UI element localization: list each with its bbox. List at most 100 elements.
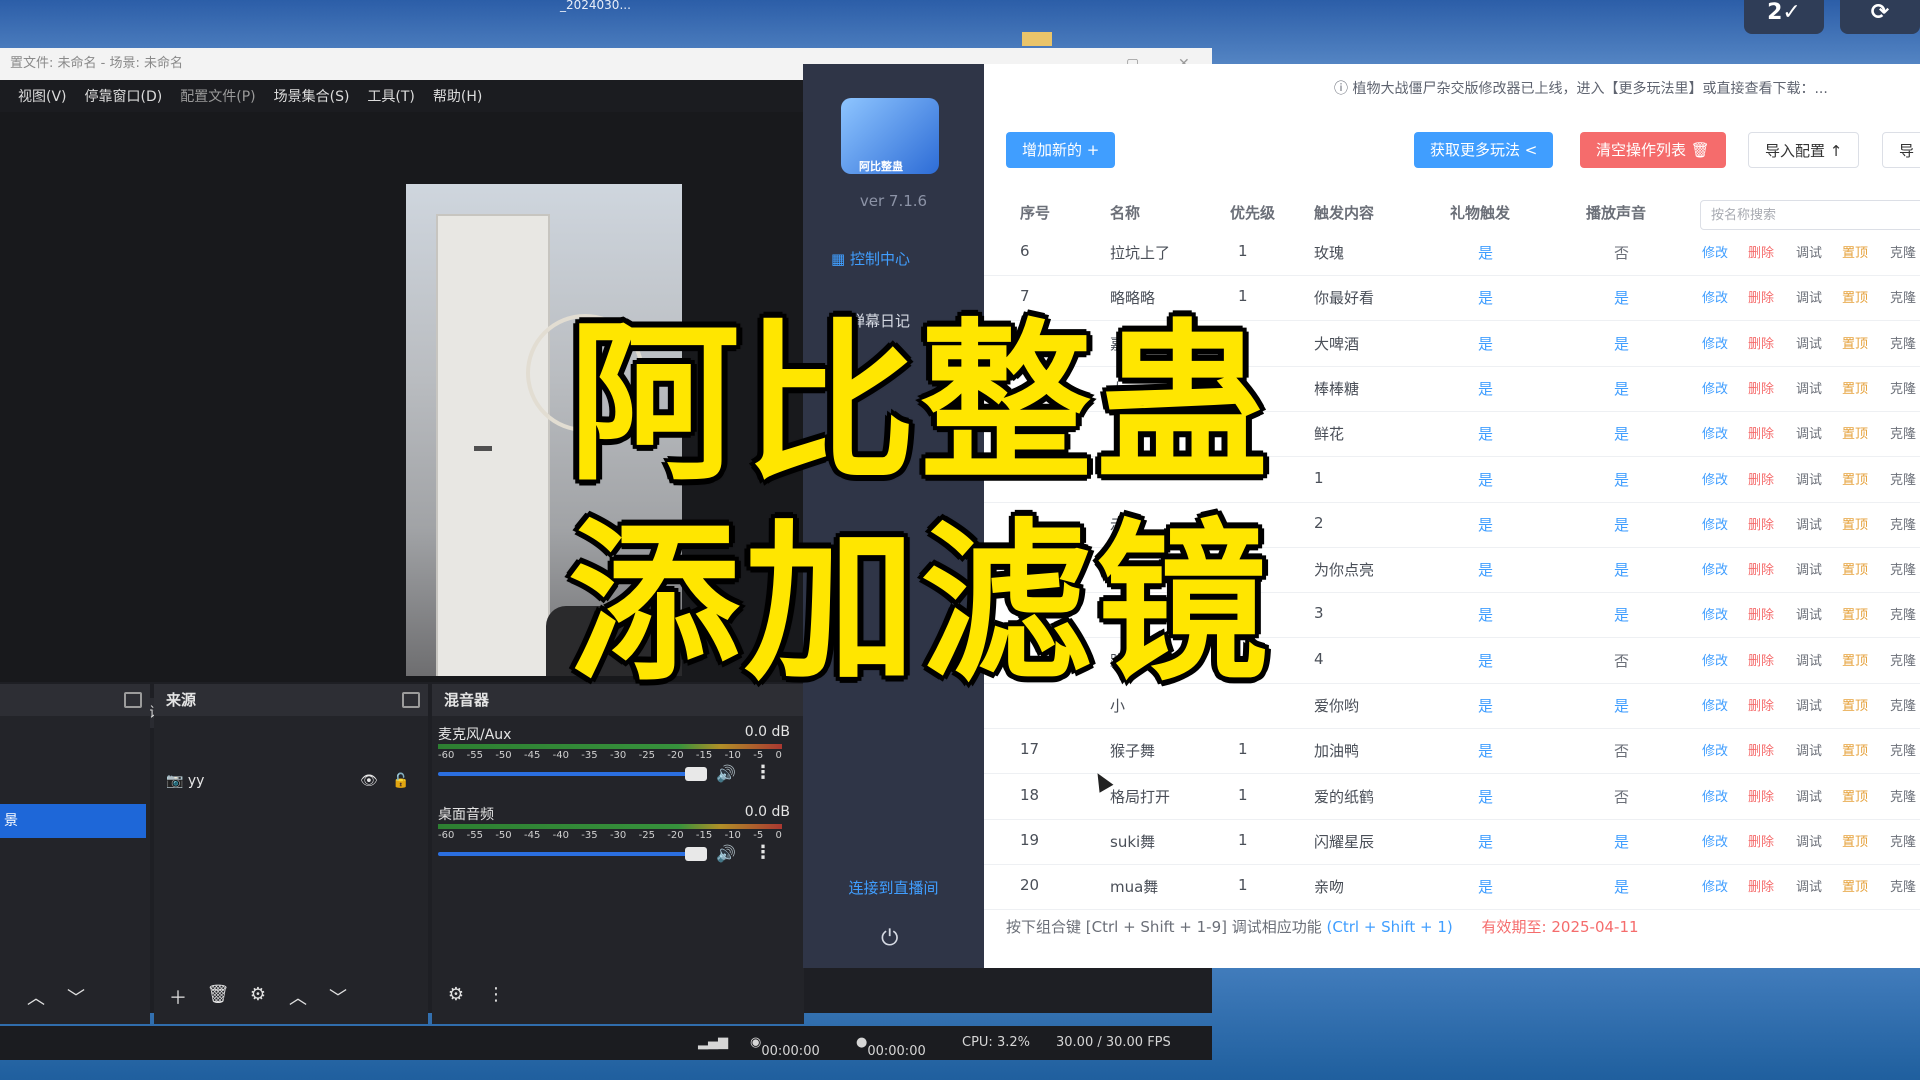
move-up-icon[interactable]: ︿ — [24, 984, 48, 1010]
test-action[interactable]: 调试 — [1796, 740, 1822, 759]
edit-action[interactable]: 修改 — [1702, 604, 1728, 623]
top-action[interactable]: 置顶 — [1842, 469, 1868, 488]
lock-icon[interactable]: 🔓 — [392, 773, 409, 789]
clone-action[interactable]: 克隆 — [1890, 604, 1916, 623]
edit-action[interactable]: 修改 — [1702, 786, 1728, 805]
del-action[interactable]: 删除 — [1748, 559, 1774, 578]
sidebar-item-control-center[interactable]: ▦ 控制中心 — [831, 248, 910, 269]
gear-icon[interactable]: ⚙ — [246, 984, 270, 1010]
edit-action[interactable]: 修改 — [1702, 378, 1728, 397]
clone-action[interactable]: 克隆 — [1890, 831, 1916, 850]
volume-slider-knob[interactable] — [685, 767, 707, 781]
volume-slider-knob[interactable] — [685, 847, 707, 861]
test-action[interactable]: 调试 — [1796, 650, 1822, 669]
test-action[interactable]: 调试 — [1796, 786, 1822, 805]
export-config-button[interactable]: 导 — [1882, 132, 1920, 168]
top-action[interactable]: 置顶 — [1842, 423, 1868, 442]
desktop-top-icon[interactable]: 2✓ — [1744, 0, 1824, 34]
clone-action[interactable]: 克隆 — [1890, 242, 1916, 261]
test-action[interactable]: 调试 — [1796, 831, 1822, 850]
trash-icon[interactable]: 🗑 — [206, 984, 230, 1010]
scene-item-selected[interactable]: 景 — [0, 804, 146, 838]
edit-action[interactable]: 修改 — [1702, 333, 1728, 352]
clear-list-button[interactable]: 清空操作列表 🗑 — [1580, 132, 1726, 168]
top-action[interactable]: 置顶 — [1842, 876, 1868, 895]
menu-profile[interactable]: 配置文件(P) — [180, 86, 255, 106]
volume-slider[interactable] — [438, 852, 698, 856]
test-action[interactable]: 调试 — [1796, 423, 1822, 442]
edit-action[interactable]: 修改 — [1702, 695, 1728, 714]
del-action[interactable]: 删除 — [1748, 242, 1774, 261]
edit-action[interactable]: 修改 — [1702, 650, 1728, 669]
clone-action[interactable]: 克隆 — [1890, 333, 1916, 352]
del-action[interactable]: 删除 — [1748, 650, 1774, 669]
move-down-icon[interactable]: ﹀ — [326, 984, 350, 1010]
menu-help[interactable]: 帮助(H) — [433, 86, 482, 106]
test-action[interactable]: 调试 — [1796, 514, 1822, 533]
more-options-icon[interactable]: ⋮ — [754, 842, 772, 863]
top-action[interactable]: 置顶 — [1842, 695, 1868, 714]
move-down-icon[interactable]: ﹀ — [64, 984, 88, 1010]
add-icon[interactable]: ＋ — [166, 984, 190, 1010]
clone-action[interactable]: 克隆 — [1890, 695, 1916, 714]
audio-settings-icon[interactable]: ⚙ — [444, 984, 468, 1005]
undock-icon[interactable] — [124, 692, 142, 708]
menu-scene-collection[interactable]: 场景集合(S) — [274, 86, 350, 106]
clone-action[interactable]: 克隆 — [1890, 650, 1916, 669]
edit-action[interactable]: 修改 — [1702, 287, 1728, 306]
top-action[interactable]: 置顶 — [1842, 740, 1868, 759]
test-action[interactable]: 调试 — [1796, 695, 1822, 714]
clone-action[interactable]: 克隆 — [1890, 287, 1916, 306]
top-action[interactable]: 置顶 — [1842, 604, 1868, 623]
clone-action[interactable]: 克隆 — [1890, 514, 1916, 533]
move-up-icon[interactable]: ︿ — [286, 984, 310, 1010]
clone-action[interactable]: 克隆 — [1890, 740, 1916, 759]
del-action[interactable]: 删除 — [1748, 423, 1774, 442]
edit-action[interactable]: 修改 — [1702, 423, 1728, 442]
clone-action[interactable]: 克隆 — [1890, 559, 1916, 578]
menu-view[interactable]: 视图(V) — [18, 86, 67, 106]
edit-action[interactable]: 修改 — [1702, 469, 1728, 488]
import-config-button[interactable]: 导入配置 ↑ — [1748, 132, 1860, 168]
test-action[interactable]: 调试 — [1796, 604, 1822, 623]
more-options-icon[interactable]: ⋮ — [754, 762, 772, 783]
top-action[interactable]: 置顶 — [1842, 378, 1868, 397]
del-action[interactable]: 删除 — [1748, 695, 1774, 714]
test-action[interactable]: 调试 — [1796, 333, 1822, 352]
menu-tools[interactable]: 工具(T) — [367, 86, 414, 106]
clone-action[interactable]: 克隆 — [1890, 469, 1916, 488]
test-action[interactable]: 调试 — [1796, 469, 1822, 488]
edit-action[interactable]: 修改 — [1702, 831, 1728, 850]
top-action[interactable]: 置顶 — [1842, 287, 1868, 306]
clone-action[interactable]: 克隆 — [1890, 378, 1916, 397]
top-action[interactable]: 置顶 — [1842, 242, 1868, 261]
del-action[interactable]: 删除 — [1748, 831, 1774, 850]
del-action[interactable]: 删除 — [1748, 469, 1774, 488]
clone-action[interactable]: 克隆 — [1890, 876, 1916, 895]
del-action[interactable]: 删除 — [1748, 333, 1774, 352]
edit-action[interactable]: 修改 — [1702, 559, 1728, 578]
del-action[interactable]: 删除 — [1748, 287, 1774, 306]
del-action[interactable]: 删除 — [1748, 740, 1774, 759]
clone-action[interactable]: 克隆 — [1890, 423, 1916, 442]
edit-action[interactable]: 修改 — [1702, 876, 1728, 895]
undock-icon[interactable] — [402, 692, 420, 708]
more-options-icon[interactable]: ⋮ — [484, 984, 508, 1005]
test-action[interactable]: 调试 — [1796, 378, 1822, 397]
test-action[interactable]: 调试 — [1796, 876, 1822, 895]
desktop-sync-icon[interactable]: ⟳ — [1840, 0, 1920, 34]
test-action[interactable]: 调试 — [1796, 287, 1822, 306]
del-action[interactable]: 删除 — [1748, 786, 1774, 805]
del-action[interactable]: 删除 — [1748, 604, 1774, 623]
del-action[interactable]: 删除 — [1748, 514, 1774, 533]
volume-slider[interactable] — [438, 772, 698, 776]
test-action[interactable]: 调试 — [1796, 559, 1822, 578]
speaker-icon[interactable]: 🔊 — [716, 764, 736, 783]
power-icon[interactable]: ⏻ — [881, 926, 898, 951]
menu-docks[interactable]: 停靠窗口(D) — [85, 86, 163, 106]
clone-action[interactable]: 克隆 — [1890, 786, 1916, 805]
visibility-eye-icon[interactable]: 👁 — [360, 773, 378, 789]
edit-action[interactable]: 修改 — [1702, 242, 1728, 261]
speaker-icon[interactable]: 🔊 — [716, 844, 736, 863]
del-action[interactable]: 删除 — [1748, 876, 1774, 895]
